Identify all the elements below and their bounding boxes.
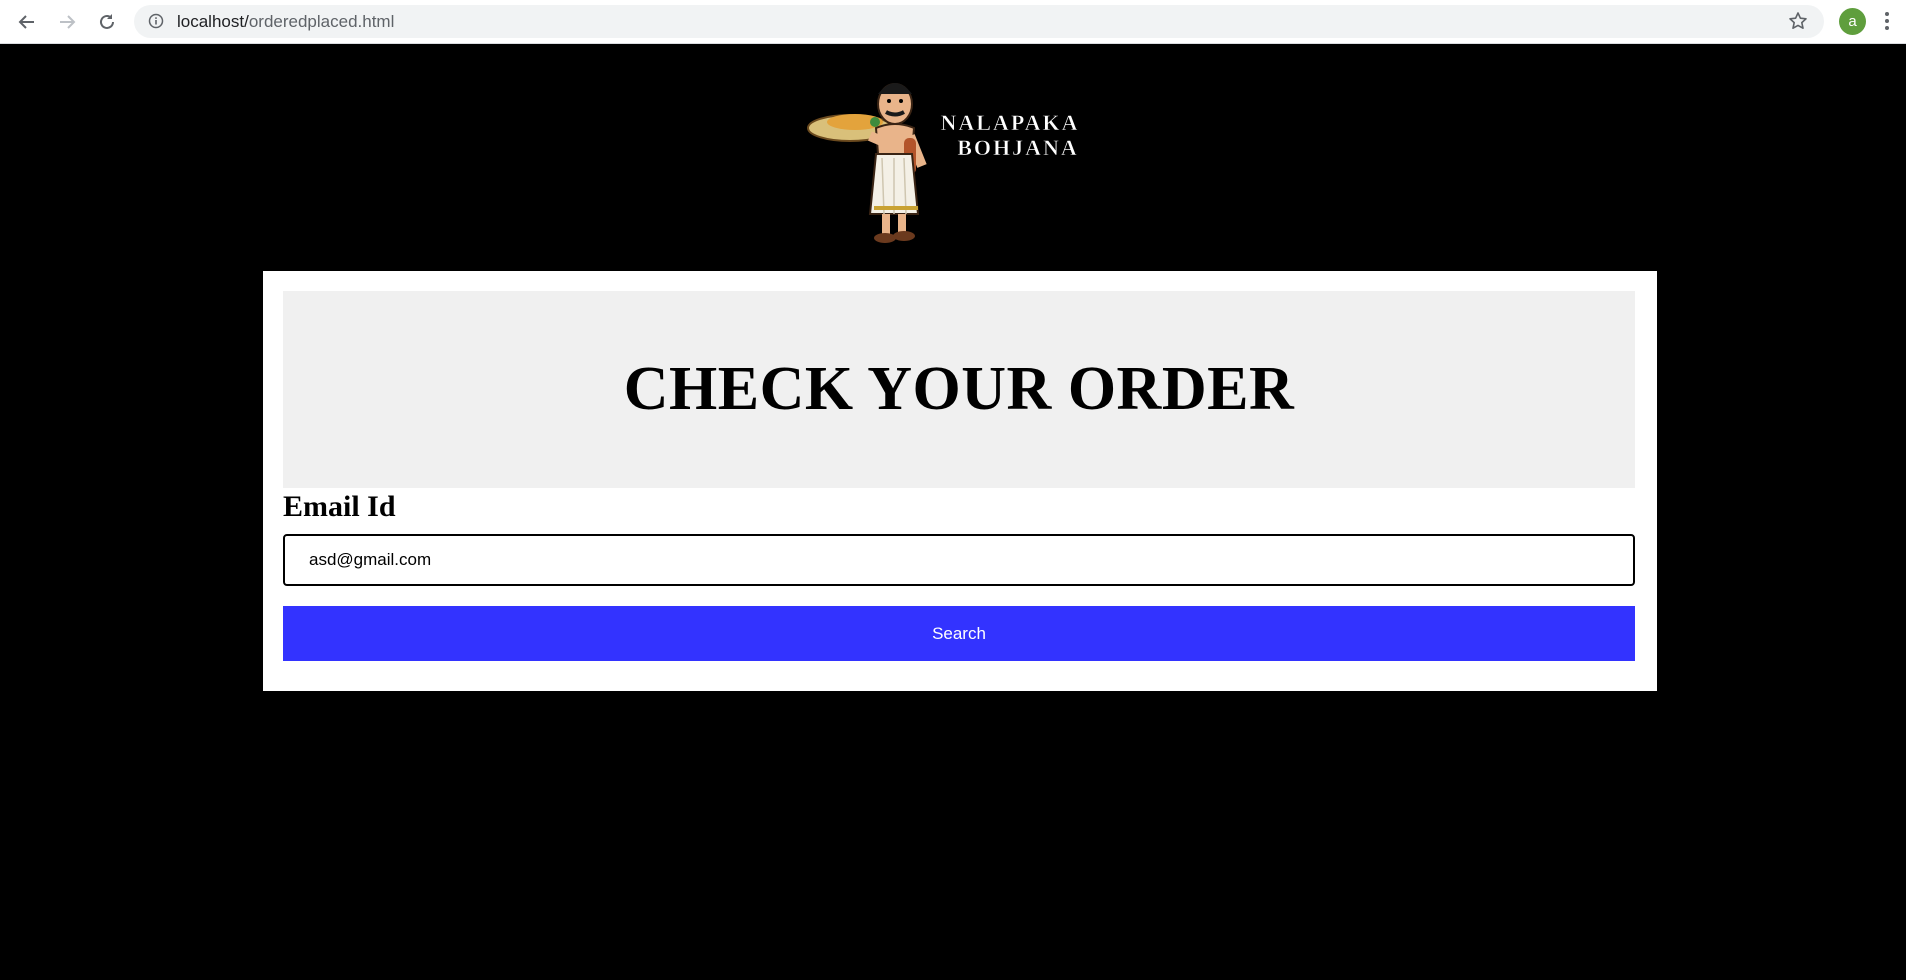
profile-avatar[interactable]: a [1839,8,1866,35]
logo-line-2: BOHJANA [957,135,1079,160]
address-bar[interactable]: localhost/orderedplaced.html [134,5,1824,38]
forward-arrow-icon[interactable] [53,8,81,36]
logo-line-1: NALAPAKA [940,110,1079,135]
search-button[interactable]: Search [283,606,1635,661]
bookmark-star-icon[interactable] [1788,11,1808,36]
brand-logo: NALAPAKA BOHJANA [800,58,1125,248]
order-check-card: CHECK YOUR ORDER Email Id Search [263,271,1657,691]
email-field[interactable] [283,534,1635,586]
url-path: orderedplaced.html [248,12,395,31]
back-arrow-icon[interactable] [13,8,41,36]
reload-icon[interactable] [93,8,121,36]
info-icon[interactable] [148,13,164,34]
browser-toolbar: localhost/orderedplaced.html a [0,0,1906,44]
email-label: Email Id [283,490,396,523]
more-menu-icon[interactable] [1884,10,1890,37]
url-text: localhost/orderedplaced.html [177,12,394,32]
url-host: localhost/ [177,12,249,31]
heading-banner: CHECK YOUR ORDER [283,291,1635,488]
page-title: CHECK YOUR ORDER [623,355,1295,423]
